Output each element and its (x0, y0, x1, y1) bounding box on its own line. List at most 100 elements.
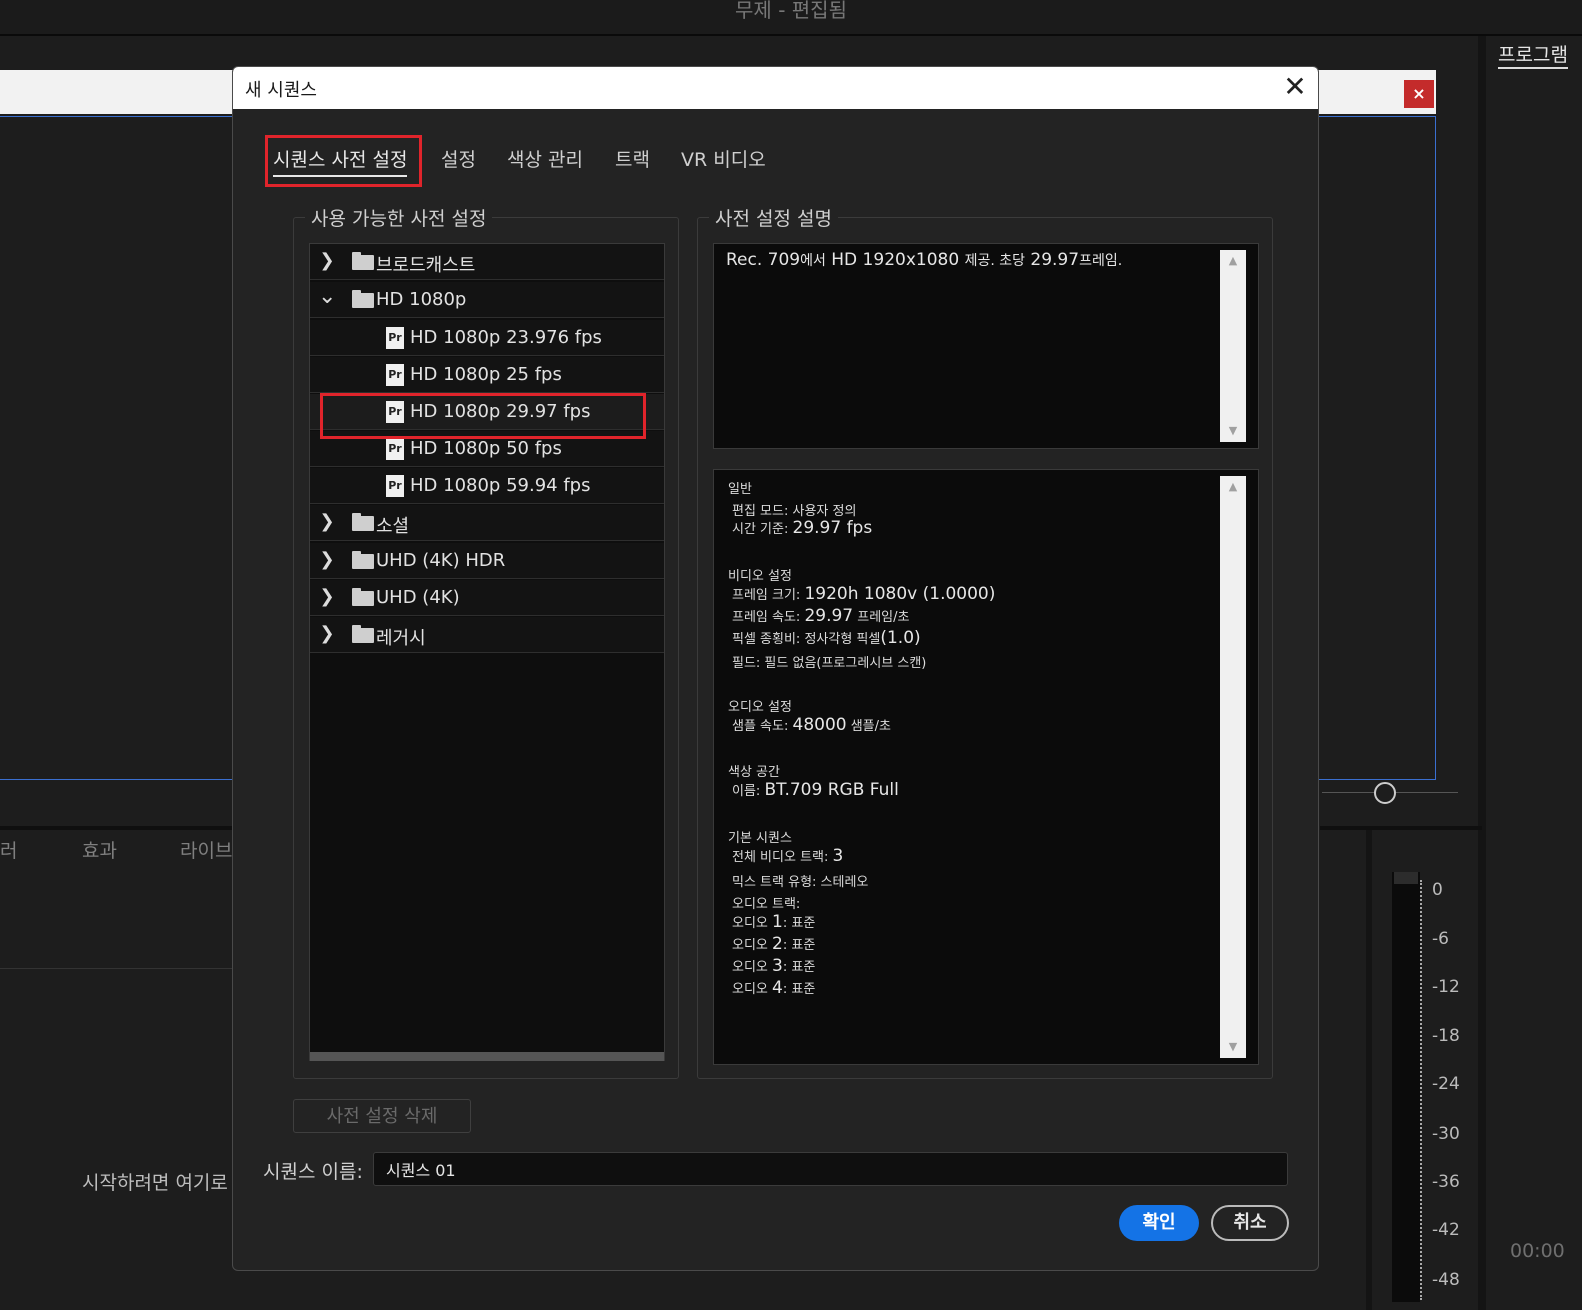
scroll-up-icon[interactable]: ▲ (1220, 480, 1246, 493)
zoom-slider-knob[interactable] (1374, 782, 1396, 804)
background-panel-header (0, 70, 240, 114)
tree-label: HD 1080p (376, 289, 467, 310)
panel-divider (0, 968, 236, 969)
chevron-right-icon[interactable]: ❯ (318, 511, 336, 532)
tree-folder-uhd4k-hdr[interactable]: ❯ UHD (4K) HDR (310, 543, 664, 579)
window-title: 무제 - 편집됨 (735, 0, 847, 22)
info-header-audio: 오디오 설정 (728, 700, 792, 715)
folder-icon (352, 290, 374, 308)
info-frame-size: 프레임 크기: 1920h 1080v (1.0000) (732, 584, 996, 604)
info-mix-track: 믹스 트랙 유형: 스테레오 (732, 875, 869, 890)
panel-tab-libraries[interactable]: 라이브 (180, 836, 232, 863)
folder-icon (352, 551, 374, 569)
tree-label: HD 1080p 25 fps (410, 364, 562, 385)
dialog-title: 새 시퀀스 (245, 80, 317, 101)
tree-horizontal-scrollbar[interactable] (310, 1052, 664, 1061)
audio-meter-ticks (1420, 880, 1424, 1300)
description-group-label: 사전 설정 설명 (709, 204, 838, 231)
tab-tracks[interactable]: 트랙 (615, 145, 650, 172)
chevron-right-icon[interactable]: ❯ (318, 623, 336, 644)
meter-label: -48 (1432, 1270, 1460, 1290)
ok-button[interactable]: 확인 (1119, 1205, 1199, 1241)
info-header-color: 색상 공간 (728, 765, 780, 780)
preset-description: Rec. 709에서 HD 1920x1080 제공. 초당 29.97프레임.… (713, 243, 1259, 449)
scroll-up-icon[interactable]: ▲ (1220, 254, 1246, 267)
tree-folder-social[interactable]: ❯ 소셜 (310, 505, 664, 541)
background-close-button[interactable]: × (1404, 80, 1434, 108)
cancel-button[interactable]: 취소 (1211, 1205, 1289, 1241)
premiere-preset-icon: Pr (386, 475, 404, 497)
timecode: 00:00 (1510, 1240, 1565, 1262)
meter-label: -12 (1432, 977, 1460, 997)
meter-label: -36 (1432, 1172, 1460, 1192)
preset-details: 일반 편집 모드: 사용자 정의 시간 기준: 29.97 fps 비디오 설정… (713, 469, 1259, 1065)
info-audio-4: 오디오 4: 표준 (732, 978, 816, 998)
meter-label: -30 (1432, 1124, 1460, 1144)
info-sample-rate: 샘플 속도: 48000 샘플/초 (732, 715, 891, 735)
panel-tab-effects[interactable]: 효과 (82, 836, 117, 863)
info-audio-2: 오디오 2: 표준 (732, 934, 816, 954)
info-header-general: 일반 (728, 482, 752, 497)
tree-folder-uhd4k[interactable]: ❯ UHD (4K) (310, 580, 664, 616)
tree-folder-broadcast[interactable]: ❯ 브로드캐스트 (310, 244, 664, 280)
new-sequence-dialog: 새 시퀀스 ✕ 시퀀스 사전 설정 설정 색상 관리 트랙 VR 비디오 사용 … (232, 66, 1319, 1271)
preset-tree: ❯ 브로드캐스트 ⌄ HD 1080p Pr HD 1080p 23.976 f… (309, 243, 665, 1061)
chevron-right-icon[interactable]: ❯ (318, 549, 336, 570)
panel-separator (1320, 826, 1482, 830)
panel-tab-partial[interactable]: 러 (0, 836, 17, 863)
tree-preset-23976[interactable]: Pr HD 1080p 23.976 fps (310, 320, 664, 356)
info-color-name: 이름: BT.709 RGB Full (732, 780, 899, 800)
meter-label: -42 (1432, 1220, 1460, 1240)
description-scrollbar[interactable]: ▲ ▼ (1220, 250, 1246, 442)
panel-separator (0, 826, 236, 830)
presets-group-label: 사용 가능한 사전 설정 (305, 204, 493, 231)
tree-label: 레거시 (376, 628, 426, 649)
scroll-down-icon[interactable]: ▼ (1220, 424, 1246, 437)
tree-label: HD 1080p 23.976 fps (410, 327, 602, 348)
tree-preset-5994[interactable]: Pr HD 1080p 59.94 fps (310, 468, 664, 504)
background-panel-frame (0, 116, 236, 780)
tree-label: 소셜 (376, 516, 410, 537)
tab-vr-video[interactable]: VR 비디오 (681, 145, 766, 172)
meter-label: -6 (1432, 929, 1449, 949)
sequence-name-input[interactable] (373, 1152, 1288, 1186)
app-titlebar: 무제 - 편집됨 (0, 0, 1582, 36)
info-edit-mode: 편집 모드: 사용자 정의 (732, 504, 857, 519)
chevron-right-icon[interactable]: ❯ (318, 586, 336, 607)
premiere-preset-icon: Pr (386, 364, 404, 386)
tab-color-management[interactable]: 색상 관리 (507, 145, 583, 172)
tree-label: UHD (4K) (376, 587, 460, 608)
folder-icon (352, 252, 374, 270)
description-text: Rec. 709에서 HD 1920x1080 제공. 초당 29.97프레임. (726, 250, 1123, 270)
panel-divider (1478, 36, 1486, 1310)
audio-meter-peak (1394, 872, 1418, 884)
dialog-titlebar: 새 시퀀스 ✕ (233, 67, 1318, 109)
program-monitor-tab[interactable]: 프로그램 (1498, 40, 1568, 69)
tab-settings[interactable]: 설정 (441, 145, 476, 172)
info-frame-rate: 프레임 속도: 29.97 프레임/초 (732, 606, 910, 626)
background-dialog-frame (1318, 116, 1436, 780)
meter-label: -18 (1432, 1026, 1460, 1046)
audio-meter (1392, 872, 1420, 1302)
tree-folder-legacy[interactable]: ❯ 레거시 (310, 617, 664, 653)
tree-folder-hd1080p[interactable]: ⌄ HD 1080p (310, 282, 664, 318)
tree-label: HD 1080p 50 fps (410, 438, 562, 459)
tree-preset-25[interactable]: Pr HD 1080p 25 fps (310, 357, 664, 393)
folder-icon (352, 513, 374, 531)
tree-label: 브로드캐스트 (376, 255, 476, 276)
sequence-name-label: 시퀀스 이름: (263, 1161, 363, 1183)
info-pixel-aspect: 픽셀 종횡비: 정사각형 픽셀(1.0) (732, 628, 921, 648)
folder-icon (352, 588, 374, 606)
premiere-preset-icon: Pr (386, 327, 404, 349)
close-icon[interactable]: ✕ (1279, 71, 1311, 103)
panel-divider (1366, 830, 1372, 1310)
scroll-down-icon[interactable]: ▼ (1220, 1040, 1246, 1053)
info-audio-tracks: 오디오 트랙: (732, 897, 801, 912)
delete-preset-button[interactable]: 사전 설정 삭제 (293, 1099, 471, 1133)
tree-label: UHD (4K) HDR (376, 550, 506, 571)
details-scrollbar[interactable]: ▲ ▼ (1220, 476, 1246, 1058)
info-audio-3: 오디오 3: 표준 (732, 956, 816, 976)
chevron-right-icon[interactable]: ❯ (318, 250, 336, 271)
chevron-down-icon[interactable]: ⌄ (318, 284, 336, 309)
tab-sequence-presets[interactable]: 시퀀스 사전 설정 (273, 145, 408, 177)
